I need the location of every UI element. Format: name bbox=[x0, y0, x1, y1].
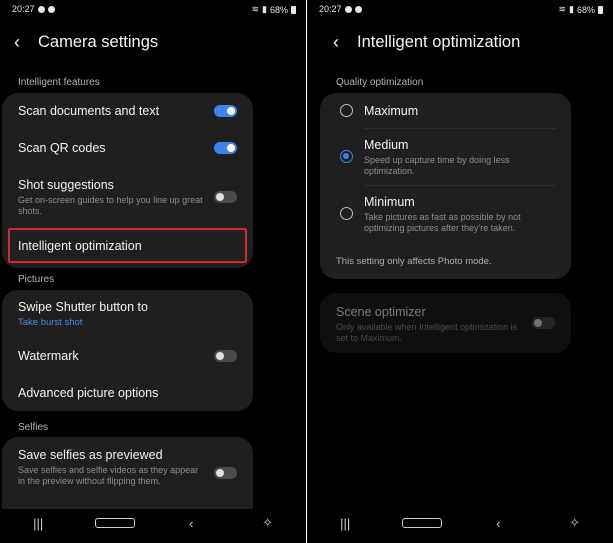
scan-qr-toggle[interactable] bbox=[214, 142, 237, 154]
setting-swipe-shutter[interactable]: Swipe Shutter button to Take burst shot bbox=[18, 300, 239, 328]
wifi-icon: ≋ bbox=[558, 4, 567, 14]
back-icon[interactable]: ‹ bbox=[478, 516, 518, 531]
highlight-box bbox=[8, 228, 247, 263]
setting-scan-documents[interactable]: Scan documents and text bbox=[18, 104, 239, 118]
setting-title: Save selfies as previewed bbox=[18, 448, 163, 462]
page-title: Intelligent optimization bbox=[357, 32, 521, 51]
setting-title: Scene optimizer bbox=[336, 305, 426, 319]
back-arrow-icon[interactable]: ‹ bbox=[333, 32, 355, 52]
section-header-selfies: Selfies bbox=[18, 422, 49, 433]
navigation-bar: ||| ‹ ✧ bbox=[0, 503, 306, 543]
header: ‹ Intelligent optimization bbox=[333, 32, 520, 52]
intelligent-optimization-screen: 20:27 ≋ ▮ 68% ‹ Intelligent optimization… bbox=[307, 0, 613, 543]
notification-icon bbox=[344, 5, 352, 13]
option-subtitle: Take pictures as fast as possible by not… bbox=[364, 212, 521, 233]
option-medium[interactable]: Medium Speed up capture time by doing le… bbox=[364, 138, 555, 177]
setting-shot-suggestions[interactable]: Shot suggestions Get on-screen guides to… bbox=[18, 178, 203, 217]
home-icon[interactable] bbox=[94, 516, 135, 531]
radio-maximum[interactable] bbox=[340, 104, 353, 117]
section-header-intelligent: Intelligent features bbox=[18, 77, 100, 88]
pictures-card: Swipe Shutter button to Take burst shot … bbox=[2, 290, 253, 411]
quality-optimization-card: Maximum Medium Speed up capture time by … bbox=[320, 93, 571, 279]
setting-title: Scan QR codes bbox=[18, 141, 106, 155]
status-time: 20:27 bbox=[12, 4, 35, 14]
accessibility-icon[interactable]: ✧ bbox=[248, 515, 288, 531]
back-arrow-icon[interactable]: ‹ bbox=[14, 32, 36, 52]
setting-subtitle: Only available when Intelligent optimiza… bbox=[336, 322, 518, 343]
option-minimum[interactable]: Minimum Take pictures as fast as possibl… bbox=[364, 195, 555, 234]
setting-title: Shot suggestions bbox=[18, 178, 114, 192]
setting-subtitle: Get on-screen guides to help you line up… bbox=[18, 195, 203, 216]
camera-settings-screen: 20:27 ≋ ▮ 68% ‹ Camera settings Intellig… bbox=[0, 0, 306, 543]
divider bbox=[364, 185, 557, 186]
option-title: Maximum bbox=[364, 104, 419, 118]
selfies-card: Save selfies as previewed Save selfies a… bbox=[2, 437, 253, 509]
setting-scan-qr[interactable]: Scan QR codes bbox=[18, 141, 239, 155]
battery-icon bbox=[598, 5, 603, 14]
setting-subtitle: Save selfies and selfie videos as they a… bbox=[18, 465, 199, 486]
setting-value: Take burst shot bbox=[18, 317, 83, 328]
setting-title: Watermark bbox=[18, 349, 79, 363]
recent-apps-icon[interactable]: ||| bbox=[18, 516, 58, 531]
option-title: Medium bbox=[364, 138, 409, 152]
radio-medium[interactable] bbox=[340, 150, 353, 163]
page-title: Camera settings bbox=[38, 32, 159, 51]
scene-optimizer-card: Scene optimizer Only available when Inte… bbox=[320, 293, 571, 353]
option-title: Minimum bbox=[364, 195, 415, 209]
setting-title: Swipe Shutter button to bbox=[18, 300, 148, 314]
battery-icon bbox=[291, 5, 296, 14]
battery-level: 68% bbox=[576, 4, 595, 15]
section-header-pictures: Pictures bbox=[18, 274, 55, 285]
back-icon[interactable]: ‹ bbox=[171, 516, 211, 531]
radio-minimum[interactable] bbox=[340, 207, 353, 220]
wifi-icon: ≋ bbox=[251, 4, 260, 14]
scene-optimizer-toggle bbox=[532, 317, 555, 329]
battery-level: 68% bbox=[269, 4, 288, 15]
signal-icon: ▮ bbox=[262, 4, 267, 14]
section-header-quality: Quality optimization bbox=[336, 77, 424, 88]
status-time: 20:27 bbox=[319, 4, 342, 14]
home-icon[interactable] bbox=[401, 516, 442, 531]
save-selfies-toggle[interactable] bbox=[214, 467, 237, 479]
notification-icon bbox=[354, 5, 362, 13]
setting-save-selfies[interactable]: Save selfies as previewed Save selfies a… bbox=[18, 448, 203, 487]
header: ‹ Camera settings bbox=[14, 32, 158, 52]
recent-apps-icon[interactable]: ||| bbox=[325, 516, 365, 531]
setting-watermark[interactable]: Watermark bbox=[18, 349, 239, 363]
photo-mode-note: This setting only affects Photo mode. bbox=[336, 256, 492, 267]
status-bar: 20:27 ≋ ▮ 68% bbox=[0, 0, 306, 18]
option-subtitle: Speed up capture time by doing less opti… bbox=[364, 155, 510, 176]
setting-title: Advanced picture options bbox=[18, 386, 159, 400]
option-maximum[interactable]: Maximum bbox=[364, 104, 555, 118]
notification-icon bbox=[47, 5, 55, 13]
watermark-toggle[interactable] bbox=[214, 350, 237, 362]
shot-suggestions-toggle[interactable] bbox=[214, 191, 237, 203]
setting-title: Scan documents and text bbox=[18, 104, 160, 118]
setting-scene-optimizer: Scene optimizer Only available when Inte… bbox=[336, 305, 521, 344]
navigation-bar: ||| ‹ ✧ bbox=[307, 503, 613, 543]
accessibility-icon[interactable]: ✧ bbox=[555, 515, 595, 531]
setting-advanced-picture-options[interactable]: Advanced picture options bbox=[18, 386, 239, 400]
divider bbox=[364, 128, 557, 129]
notification-icon bbox=[37, 5, 45, 13]
scan-documents-toggle[interactable] bbox=[214, 105, 237, 117]
status-bar: 20:27 ≋ ▮ 68% bbox=[307, 0, 613, 18]
signal-icon: ▮ bbox=[569, 4, 574, 14]
